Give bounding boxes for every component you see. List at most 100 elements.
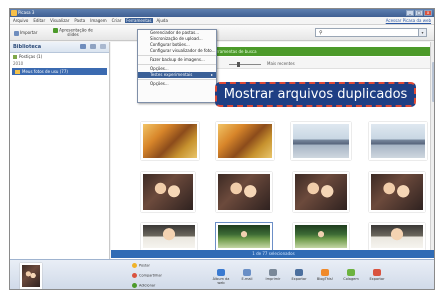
add-folder-icon[interactable] xyxy=(80,44,86,49)
sidebar-title: Biblioteca xyxy=(13,44,42,50)
sidebar-item-postings[interactable]: Postiças (1) xyxy=(10,53,109,60)
import-icon xyxy=(14,30,19,36)
sidebar-header-icons xyxy=(80,44,106,49)
movie-export-label: Exportar xyxy=(369,277,385,281)
photo-thumbnail[interactable] xyxy=(293,172,349,212)
sort-icon[interactable] xyxy=(100,44,106,49)
tools-dropdown-menu: Gerenciador de pastas... Sincronização d… xyxy=(137,29,217,103)
maximize-button[interactable]: □ xyxy=(415,10,423,16)
post-control[interactable]: Postar xyxy=(132,263,150,268)
envelope-icon xyxy=(243,269,251,276)
export-button[interactable]: Exportar xyxy=(290,269,308,281)
vertical-scrollbar[interactable] xyxy=(430,42,434,250)
window-title: Picasa 3 xyxy=(18,10,35,15)
menu-folder[interactable]: Pasta xyxy=(73,18,86,23)
slider-knob[interactable] xyxy=(237,62,240,67)
picasa-window: Picasa 3 _ □ x Arquivo Editar Visualizar… xyxy=(9,8,435,290)
chevron-down-icon[interactable]: ▾ xyxy=(418,29,426,36)
movie-export-button[interactable]: Exportar xyxy=(368,269,386,281)
menu-item-experimental-label: Testes experimentais xyxy=(150,72,193,77)
photo-tray: Postar Compartilhar Adicionar Álbum da w… xyxy=(10,259,434,289)
menu-help[interactable]: Ajuda xyxy=(156,18,169,23)
collage-button[interactable]: Colagem xyxy=(342,269,360,281)
web-albums-link[interactable]: Acessar Picasa da web xyxy=(386,18,431,23)
share-icon xyxy=(132,273,137,278)
menu-file[interactable]: Arquivo xyxy=(12,18,29,23)
scrollbar-thumb[interactable] xyxy=(432,62,434,102)
movie-icon xyxy=(373,269,381,276)
photo-thumbnail[interactable] xyxy=(141,122,199,160)
export-icon xyxy=(295,269,303,276)
blog-icon xyxy=(321,269,329,276)
web-album-label: Álbum da web xyxy=(212,277,230,285)
show-duplicates-submenu-item[interactable]: Mostrar arquivos duplicados xyxy=(215,82,416,107)
menu-image[interactable]: Imagem xyxy=(89,18,107,23)
close-button[interactable]: x xyxy=(424,10,432,16)
sort-label: Mais recentes xyxy=(267,61,295,66)
photo-thumbnail[interactable] xyxy=(369,223,425,250)
menu-view[interactable]: Visualizar xyxy=(49,18,70,23)
menu-create[interactable]: Criar xyxy=(111,18,123,23)
tray-thumbnail[interactable] xyxy=(20,263,42,289)
search-banner: Ferramentas de busca xyxy=(209,47,431,56)
library-sidebar: Biblioteca Postiças (1) 2010 Meus fotos … xyxy=(10,42,110,259)
photo-thumbnail[interactable] xyxy=(141,223,197,250)
email-label: E-mail xyxy=(241,277,253,281)
collage-label: Colagem xyxy=(343,277,359,281)
add-icon xyxy=(132,283,137,288)
picasa-logo-icon xyxy=(11,10,17,16)
title-bar: Picasa 3 _ □ x xyxy=(10,9,434,17)
slideshow-button[interactable]: Apresentação de slides xyxy=(52,28,94,37)
folder-icon xyxy=(13,55,17,59)
photo-thumbnail[interactable] xyxy=(216,172,272,212)
menu-edit[interactable]: Editar xyxy=(32,18,46,23)
photo-thumbnail[interactable] xyxy=(141,172,195,212)
search-input[interactable]: ⚲ ▾ xyxy=(315,28,427,37)
share-control[interactable]: Compartilhar xyxy=(132,273,162,278)
collage-icon xyxy=(347,269,355,276)
photo-thumbnail[interactable] xyxy=(216,122,274,160)
photo-thumbnail[interactable] xyxy=(369,172,425,212)
menu-separator xyxy=(138,78,216,80)
sidebar-item-label: 2010 xyxy=(13,61,24,66)
printer-icon xyxy=(269,269,277,276)
print-button[interactable]: Imprimir xyxy=(264,269,282,281)
sidebar-item-my-photos[interactable]: Meus fotos de usu (77) xyxy=(12,68,107,75)
globe-icon xyxy=(217,269,225,276)
share-label: Compartilhar xyxy=(139,273,162,278)
web-album-button[interactable]: Álbum da web xyxy=(212,269,230,285)
blogthis-button[interactable]: BlogThis! xyxy=(316,269,334,281)
collapse-icon[interactable] xyxy=(90,44,96,49)
menu-separator xyxy=(138,54,216,56)
view-controls: Mais recentes xyxy=(209,57,431,69)
play-icon xyxy=(53,28,59,33)
sidebar-item-year[interactable]: 2010 xyxy=(10,60,109,67)
email-button[interactable]: E-mail xyxy=(238,269,256,281)
menu-bar: Arquivo Editar Visualizar Pasta Imagem C… xyxy=(10,17,434,25)
import-button[interactable]: Importar xyxy=(14,30,37,36)
window-controls: _ □ x xyxy=(406,10,432,16)
sidebar-item-label: Meus fotos de usu (77) xyxy=(22,69,68,74)
print-label: Imprimir xyxy=(265,277,281,281)
sidebar-item-label: Postiças (1) xyxy=(19,54,43,59)
pin-icon xyxy=(132,263,137,268)
slideshow-label: Apresentação de slides xyxy=(59,27,93,37)
menu-item-options-2[interactable]: Opções... xyxy=(138,81,216,87)
post-label: Postar xyxy=(139,263,150,268)
photo-thumbnail[interactable] xyxy=(291,122,351,160)
menu-tools[interactable]: Ferramentas xyxy=(125,18,153,23)
thumbnail-size-slider[interactable] xyxy=(229,62,261,67)
photo-thumbnail[interactable] xyxy=(369,122,427,160)
photo-thumbnail[interactable] xyxy=(293,223,349,250)
status-strip: 1 de 77 selecionados xyxy=(111,250,434,258)
toolbar: Importar Apresentação de slides ⚲ ▾ xyxy=(10,25,434,41)
minimize-button[interactable]: _ xyxy=(406,10,414,16)
sidebar-header: Biblioteca xyxy=(10,42,109,53)
blogthis-label: BlogThis! xyxy=(316,277,334,281)
photo-thumbnail-selected[interactable] xyxy=(216,223,272,250)
export-label: Exportar xyxy=(291,277,307,281)
folder-icon xyxy=(15,70,20,74)
add-control[interactable]: Adicionar xyxy=(132,283,155,288)
menu-separator xyxy=(138,63,216,65)
add-label: Adicionar xyxy=(139,283,156,288)
